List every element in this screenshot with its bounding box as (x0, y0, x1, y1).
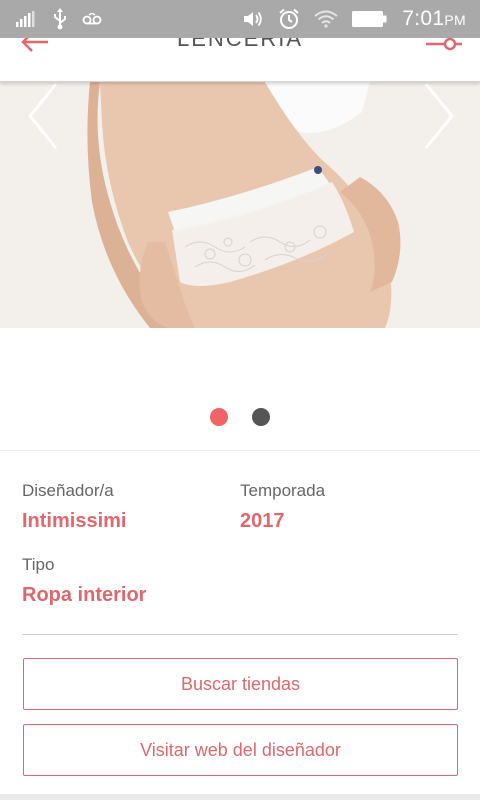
signal-bars-icon (16, 9, 38, 29)
designer-label: Diseñador/a (22, 481, 114, 500)
type-label: Tipo (22, 555, 55, 574)
usb-icon (52, 8, 68, 30)
product-photo[interactable] (0, 82, 480, 328)
designer-value: Intimissimi (22, 510, 127, 532)
carousel-dot-active[interactable] (210, 408, 228, 426)
section-divider (0, 450, 480, 451)
bottom-edge (0, 794, 480, 800)
season-label: Temporada (240, 481, 326, 500)
status-time: 7:01PM (402, 7, 466, 30)
voicemail-icon (82, 9, 102, 29)
find-stores-button[interactable]: Buscar tiendas (23, 658, 458, 710)
filter-slider-icon[interactable] (424, 38, 464, 56)
carousel-next-icon[interactable] (418, 82, 458, 152)
page-title: LENCERIA (176, 38, 304, 51)
visit-designer-web-button[interactable]: Visitar web del diseñador (23, 724, 458, 776)
alarm-icon (278, 8, 300, 29)
status-bar-right: 7:01PM (242, 7, 466, 31)
details-divider (22, 634, 458, 635)
battery-icon (352, 9, 388, 29)
status-bar: 7:01PM (0, 0, 480, 38)
wifi-icon (314, 9, 338, 29)
carousel-dot-inactive[interactable] (252, 408, 270, 426)
status-bar-left (16, 8, 102, 30)
product-photo-lace-garter (0, 82, 480, 328)
carousel-pagination (0, 408, 480, 428)
volume-icon (242, 9, 264, 29)
type-value: Ropa interior (22, 584, 147, 606)
season-value: 2017 (240, 510, 285, 532)
carousel-prev-icon[interactable] (24, 82, 64, 152)
app-header: LENCERIA (0, 38, 480, 82)
